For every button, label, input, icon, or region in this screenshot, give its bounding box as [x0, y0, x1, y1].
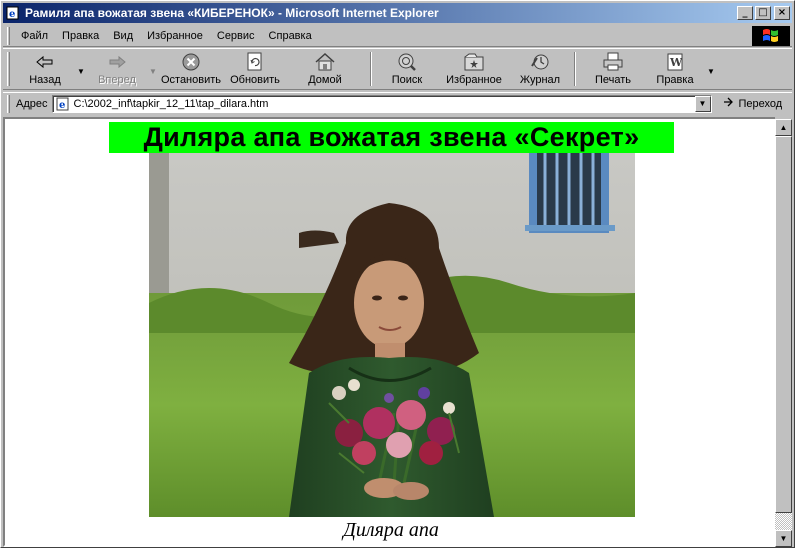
back-button[interactable]: Назад: [14, 52, 76, 90]
refresh-button[interactable]: Обновить: [224, 52, 286, 90]
favorites-button[interactable]: Избранное: [436, 52, 512, 90]
favorites-icon: [463, 52, 485, 72]
refresh-icon: [246, 52, 264, 72]
minimize-button[interactable]: _: [737, 6, 753, 20]
edit-dropdown[interactable]: ▼: [706, 52, 716, 90]
menu-edit[interactable]: Правка: [55, 30, 106, 42]
history-button[interactable]: Журнал: [512, 52, 568, 90]
address-input[interactable]: e C:\2002_inf\tapkir_12_11\tap_dilara.ht…: [51, 94, 712, 113]
menu-bar: Файл Правка Вид Избранное Сервис Справка: [3, 25, 792, 47]
address-dropdown-button[interactable]: ▼: [694, 95, 711, 112]
address-bar: Адрес e C:\2002_inf\tapkir_12_11\tap_dil…: [3, 92, 792, 114]
go-label: Переход: [738, 97, 783, 110]
menu-grip[interactable]: [7, 26, 10, 45]
portrait-photo: [149, 153, 635, 517]
scroll-up-button[interactable]: ▲: [775, 119, 792, 136]
forward-button[interactable]: Вперед: [86, 52, 148, 90]
page-content: Диляра апа вожатая звена «Секрет» Диляра…: [3, 117, 775, 547]
go-button[interactable]: Переход: [722, 96, 783, 111]
svg-text:e: e: [9, 9, 15, 20]
stop-button[interactable]: Остановить: [158, 52, 224, 90]
search-button[interactable]: Поиск: [378, 52, 436, 90]
menu-help[interactable]: Справка: [262, 30, 319, 42]
svg-text:W: W: [669, 56, 683, 69]
history-icon: [529, 52, 551, 72]
home-button[interactable]: Домой: [286, 52, 364, 90]
page-heading: Диляра апа вожатая звена «Секрет»: [109, 122, 674, 153]
ie-window: e Рамиля апа вожатая звена «КИБЕРЕНОК» -…: [0, 0, 795, 548]
ie-page-icon: e: [55, 96, 71, 112]
close-button[interactable]: ×: [774, 6, 790, 20]
windows-logo-icon: [752, 26, 790, 46]
forward-dropdown[interactable]: ▼: [148, 52, 158, 90]
scroll-down-button[interactable]: ▼: [775, 530, 792, 547]
svg-text:e: e: [59, 100, 65, 111]
menu-tools[interactable]: Сервис: [210, 30, 262, 42]
edit-icon: W: [665, 52, 685, 72]
home-icon: [314, 52, 336, 72]
menu-favorites[interactable]: Избранное: [140, 30, 210, 42]
address-grip[interactable]: [7, 94, 10, 113]
menu-view[interactable]: Вид: [106, 30, 140, 42]
stop-icon: [181, 52, 201, 72]
vertical-scrollbar[interactable]: ▲ ▼: [775, 119, 792, 547]
address-value[interactable]: C:\2002_inf\tapkir_12_11\tap_dilara.htm: [74, 98, 695, 110]
photo-caption: Диляра апа: [343, 519, 439, 541]
search-globe-icon: [396, 52, 418, 72]
print-button[interactable]: Печать: [582, 52, 644, 90]
ie-page-icon: e: [5, 5, 21, 21]
toolbar: Назад ▼ Вперед ▼ Остановить Обновить Дом…: [3, 48, 792, 90]
go-arrow-icon: [722, 96, 736, 111]
back-arrow-icon: [35, 52, 55, 72]
toolbar-grip[interactable]: [7, 52, 10, 86]
window-title: Рамиля апа вожатая звена «КИБЕРЕНОК» - M…: [25, 6, 439, 20]
printer-icon: [602, 52, 624, 72]
title-bar[interactable]: e Рамиля апа вожатая звена «КИБЕРЕНОК» -…: [3, 3, 792, 23]
edit-button[interactable]: W Правка: [644, 52, 706, 90]
scroll-thumb[interactable]: [775, 136, 792, 513]
back-dropdown[interactable]: ▼: [76, 52, 86, 90]
address-label: Адрес: [16, 97, 48, 110]
maximize-button[interactable]: □: [755, 6, 771, 20]
menu-file[interactable]: Файл: [14, 30, 55, 42]
forward-arrow-icon: [107, 52, 127, 72]
